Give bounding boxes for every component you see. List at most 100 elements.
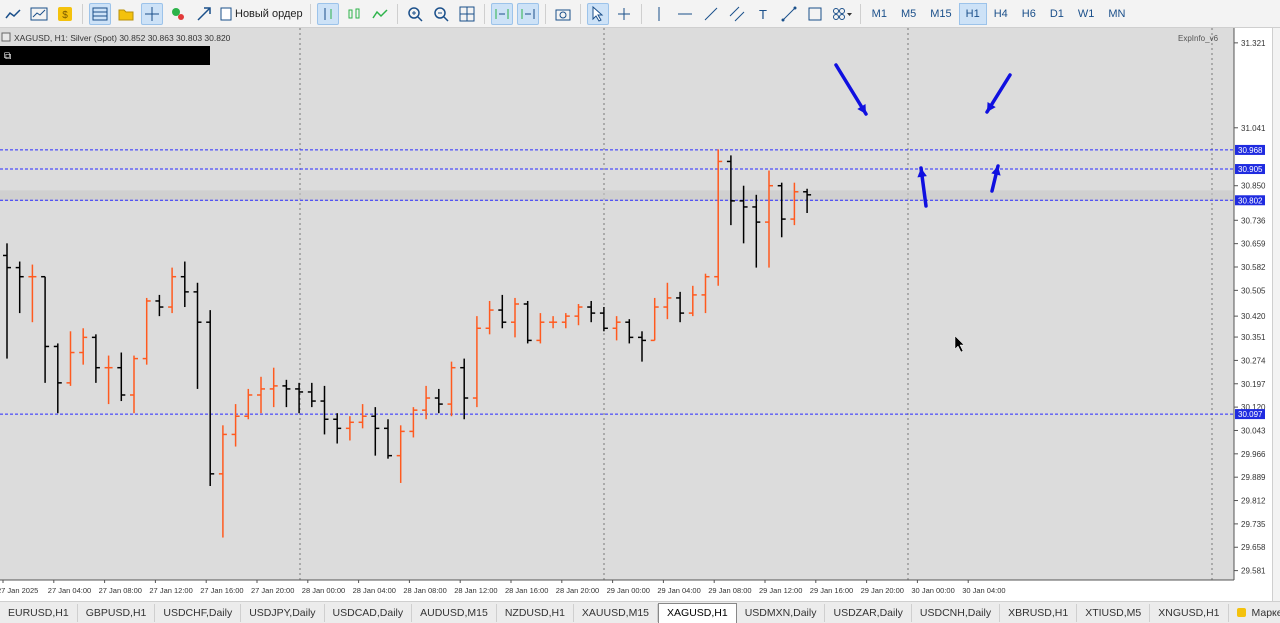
chart-shift-icon[interactable] <box>516 2 539 25</box>
auto-scroll-icon[interactable] <box>490 2 513 25</box>
strategy-tester-icon[interactable] <box>167 3 189 25</box>
chart-tab[interactable]: GBPUSD,H1 <box>78 603 156 622</box>
toolbar-separator <box>396 3 398 24</box>
zoom-out-icon[interactable] <box>430 3 452 25</box>
horizontal-line-icon[interactable] <box>674 3 696 25</box>
market-watch-icon[interactable] <box>89 2 111 25</box>
bar-chart-icon[interactable] <box>316 2 339 25</box>
chart-tab[interactable]: XBRUSD,H1 <box>1000 603 1078 622</box>
templates-icon[interactable] <box>28 3 50 25</box>
screenshot-icon[interactable] <box>552 3 574 25</box>
x-tick-label: 27 Jan 20:00 <box>251 586 294 595</box>
chart-tab-label: USDCHF,Daily <box>163 606 233 619</box>
timeframe-bar: M1 M5 M15 H1 H4 H6 D1 W1 MN <box>865 2 1133 25</box>
chart-tab-label: USDCNH,Daily <box>919 606 992 619</box>
new-order-label: Новый ордер <box>235 7 303 20</box>
chart-tab[interactable]: USDJPY,Daily <box>241 603 325 622</box>
y-tick-label: 31.321 <box>1241 39 1266 48</box>
vertical-line-icon[interactable] <box>648 3 670 25</box>
objects-menu-icon[interactable] <box>830 3 854 25</box>
chart-info-icon <box>1 32 11 42</box>
autotrading-arrow-icon[interactable] <box>193 3 215 25</box>
chart-tab-label: EURUSD,H1 <box>8 606 69 619</box>
price-level-label: 30.097 <box>1238 410 1263 419</box>
chart-tab-label: XBRUSD,H1 <box>1008 606 1069 619</box>
x-tick-label: 30 Jan 04:00 <box>962 586 1005 595</box>
chart-tab[interactable]: USDCHF,Daily <box>155 603 242 622</box>
trend-line-icon[interactable] <box>700 3 722 25</box>
chart-tab-label: XAGUSD,H1 <box>667 607 728 619</box>
x-tick-label: 29 Jan 08:00 <box>708 586 751 595</box>
chart-tab[interactable]: XNGUSD,H1 <box>1150 603 1229 622</box>
chart-tab-label: Маркет <box>1251 606 1280 619</box>
timeframe-h6[interactable]: H6 <box>1015 3 1043 25</box>
y-tick-label: 31.041 <box>1241 124 1266 133</box>
timeframe-w1[interactable]: W1 <box>1071 3 1102 25</box>
price-level-label: 30.968 <box>1238 146 1263 155</box>
channel-icon[interactable] <box>726 3 748 25</box>
indicator-label: ExpInfo_v6 <box>1178 34 1219 43</box>
y-tick-label: 29.966 <box>1241 450 1266 459</box>
dollar-icon[interactable]: $ <box>54 3 76 25</box>
folder-icon[interactable] <box>115 3 137 25</box>
chart-tab[interactable]: NZDUSD,H1 <box>497 603 574 622</box>
chart-tab[interactable]: XAGUSD,H1 <box>658 602 737 623</box>
crosshair-zoom-icon[interactable] <box>141 2 163 25</box>
indicator-panel <box>0 46 210 65</box>
price-chart[interactable]: 31.321 31.041 30.850 30.736 30.659 30.582 30.5… <box>0 28 1272 601</box>
x-tick-label: 28 Jan 04:00 <box>353 586 396 595</box>
chart-window[interactable]: 31.321 31.041 30.850 30.736 30.659 30.582 30.5… <box>0 28 1280 601</box>
y-tick-label: 30.505 <box>1241 286 1266 295</box>
crosshair-icon[interactable] <box>613 3 635 25</box>
y-tick-label: 30.850 <box>1241 182 1266 191</box>
x-tick-label: 27 Jan 08:00 <box>99 586 142 595</box>
timeframe-m5[interactable]: M5 <box>894 3 923 25</box>
x-tick-label: 29 Jan 00:00 <box>607 586 650 595</box>
chart-tab[interactable]: AUDUSD,M15 <box>412 603 497 622</box>
timeframe-mn[interactable]: MN <box>1101 3 1132 25</box>
chart-tab[interactable]: USDCAD,Daily <box>325 603 413 622</box>
x-tick-label: 28 Jan 08:00 <box>403 586 446 595</box>
x-tick-label: 29 Jan 04:00 <box>657 586 700 595</box>
y-tick-label: 30.582 <box>1241 263 1266 272</box>
chart-tab[interactable]: EURUSD,H1 <box>0 603 78 622</box>
text-tool-icon[interactable]: T <box>752 3 774 25</box>
price-level-label: 30.905 <box>1238 165 1263 174</box>
chart-tab-label: GBPUSD,H1 <box>85 606 147 619</box>
price-band <box>0 190 1234 201</box>
line-icon[interactable] <box>369 3 391 25</box>
line-chart-icon[interactable] <box>2 3 24 25</box>
chart-tab[interactable]: USDMXN,Daily <box>737 603 826 622</box>
new-order-button[interactable]: Новый ордер <box>219 3 304 25</box>
right-panel-strip <box>1272 28 1280 601</box>
candlestick-icon[interactable] <box>343 3 365 25</box>
chart-tab[interactable]: Маркет <box>1229 604 1280 622</box>
chart-tab[interactable]: XAUUSD,M15 <box>574 603 659 622</box>
chart-tab[interactable]: USDCNH,Daily <box>912 603 1001 622</box>
chart-tab-label: USDCAD,Daily <box>332 606 404 619</box>
fibonacci-icon[interactable] <box>778 3 800 25</box>
zoom-in-icon[interactable] <box>404 3 426 25</box>
timeframe-h1[interactable]: H1 <box>958 2 987 25</box>
y-tick-label: 29.581 <box>1241 567 1266 576</box>
timeframe-d1[interactable]: D1 <box>1043 3 1071 25</box>
chart-tab-label: USDZAR,Daily <box>833 606 903 619</box>
cursor-icon[interactable] <box>586 2 609 25</box>
x-tick-label: 28 Jan 00:00 <box>302 586 345 595</box>
chart-tab[interactable]: USDZAR,Daily <box>825 603 912 622</box>
timeframe-h4[interactable]: H4 <box>987 3 1015 25</box>
toolbar-separator <box>859 3 861 24</box>
restore-window-icon: ⧉ <box>4 51 11 62</box>
chart-tab[interactable]: XTIUSD,M5 <box>1077 603 1151 622</box>
toolbar-separator <box>544 3 546 24</box>
y-tick-label: 29.812 <box>1241 497 1266 506</box>
chart-tabs: EURUSD,H1 GBPUSD,H1 USDCHF,Daily USDJPY,Dai… <box>0 601 1280 623</box>
y-tick-label: 29.735 <box>1241 520 1266 529</box>
main-toolbar: $ Новый ордер T M1 M5 M15 H1 H4 H6 D1 W1 MN <box>0 0 1280 28</box>
toolbar-separator <box>483 3 485 24</box>
timeframe-m15[interactable]: M15 <box>923 3 958 25</box>
y-tick-label: 30.736 <box>1241 216 1266 225</box>
shapes-icon[interactable] <box>804 3 826 25</box>
timeframe-m1[interactable]: M1 <box>865 3 894 25</box>
tile-windows-icon[interactable] <box>456 3 478 25</box>
